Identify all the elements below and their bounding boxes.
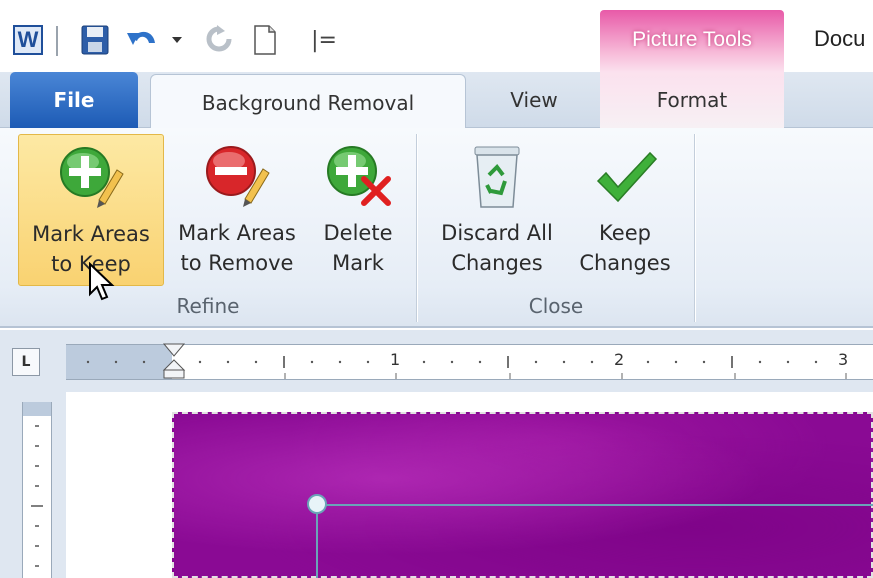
ruler-dot-tick: [786, 360, 790, 364]
refine-group-label: Refine: [176, 294, 240, 318]
vertical-ruler-margin: [23, 402, 51, 416]
qat-more-label: |=: [311, 27, 337, 53]
ruler-dot-tick: [646, 360, 650, 364]
horizontal-ruler[interactable]: 1 2 3: [66, 343, 873, 380]
ruler-dot-tick: [758, 360, 762, 364]
undo-dropdown-button[interactable]: [168, 22, 186, 58]
ruler-number: 3: [838, 350, 849, 369]
red-minus-pencil-icon: [206, 146, 270, 207]
ruler-dot-tick: [674, 360, 678, 364]
chevron-down-icon: [172, 37, 182, 43]
vertical-ruler-ticks: [31, 425, 43, 567]
mouse-cursor-icon: [89, 262, 115, 301]
ruler-dot-tick: [366, 360, 370, 364]
discard-all-changes-button[interactable]: Discard All Changes: [430, 134, 564, 286]
ruler-number: 1: [390, 350, 401, 369]
customize-qat-button[interactable]: |=: [311, 22, 337, 58]
picture-tools-contextual-header: Picture Tools: [600, 10, 784, 72]
undo-arrow-icon: [127, 31, 155, 45]
mark-remove-label-2: to Remove: [180, 251, 294, 275]
document-area: [0, 392, 873, 578]
word-app-icon[interactable]: W: [10, 22, 46, 58]
ruler-dot-tick: [450, 360, 454, 364]
undo-button[interactable]: [124, 22, 160, 58]
group-divider: [694, 134, 695, 322]
save-button[interactable]: [80, 22, 110, 58]
keep-changes-label-2: Changes: [579, 251, 671, 275]
delete-mark-label-1: Delete: [323, 221, 393, 245]
group-divider: [416, 134, 417, 322]
mark-remove-label-1: Mark Areas: [178, 221, 296, 245]
redo-arrow-icon: [206, 25, 232, 52]
ruler-dot-tick: [254, 360, 258, 364]
tab-view[interactable]: View: [476, 72, 592, 128]
document-title: Docu: [814, 26, 866, 51]
ruler-ticks: [86, 356, 847, 379]
green-plus-pencil-icon: [60, 147, 124, 208]
ruler-dot-tick: [478, 360, 482, 364]
redo-button[interactable]: [204, 22, 234, 58]
ruler-dot-tick: [142, 360, 146, 364]
ruler-dot-tick: [226, 360, 230, 364]
ruler-dot-tick: [198, 360, 202, 364]
floppy-disk-icon: [81, 25, 109, 55]
picture-tools-label: Picture Tools: [632, 28, 752, 51]
ruler-dot-tick: [562, 360, 566, 364]
tab-background-removal[interactable]: Background Removal: [150, 74, 466, 130]
mark-areas-to-remove-button[interactable]: Mark Areas to Remove: [168, 134, 306, 286]
keep-changes-label-1: Keep: [599, 221, 651, 245]
ruler-area: L 1 2 3: [0, 330, 873, 392]
ribbon-panel: Mark Areas to Keep Mark Areas to Remove: [0, 128, 873, 328]
qat-separator: [56, 26, 58, 56]
tab-file[interactable]: File: [10, 72, 138, 128]
indent-marker-icon[interactable]: [162, 343, 186, 379]
new-document-icon: [254, 25, 276, 55]
close-group-label: Close: [528, 294, 584, 318]
quick-access-toolbar: W |= Picture Tools Docu: [0, 0, 873, 72]
vertical-ruler[interactable]: [22, 402, 52, 578]
ruler-dot-tick: [534, 360, 538, 364]
ruler-dot-tick: [338, 360, 342, 364]
ruler-dot-tick: [814, 360, 818, 364]
recycle-bin-icon: [474, 146, 520, 208]
mark-keep-label-1: Mark Areas: [32, 222, 150, 246]
discard-label-1: Discard All: [441, 221, 553, 245]
ruler-dot-tick: [86, 360, 90, 364]
keep-changes-button[interactable]: Keep Changes: [570, 134, 680, 286]
new-document-button[interactable]: [250, 22, 280, 58]
ribbon-tabs: File Background Removal View Format: [0, 72, 873, 130]
tab-stop-selector[interactable]: L: [12, 348, 40, 376]
marquee-resize-handle[interactable]: [307, 494, 327, 514]
ruler-dot-tick: [422, 360, 426, 364]
tab-format[interactable]: Format: [600, 72, 784, 128]
removal-marquee-box[interactable]: [316, 504, 873, 578]
ruler-dot-tick: [702, 360, 706, 364]
delete-mark-label-2: Mark: [332, 251, 384, 275]
vertical-ruler-area: [0, 392, 66, 578]
ruler-number: 2: [614, 350, 625, 369]
green-plus-red-x-icon: [327, 146, 391, 206]
delete-mark-button[interactable]: Delete Mark: [312, 134, 404, 286]
ruler-dot-tick: [114, 360, 118, 364]
ruler-dot-tick: [310, 360, 314, 364]
ruler-dot-tick: [590, 360, 594, 364]
discard-label-2: Changes: [451, 251, 543, 275]
green-checkmark-icon: [596, 151, 658, 203]
